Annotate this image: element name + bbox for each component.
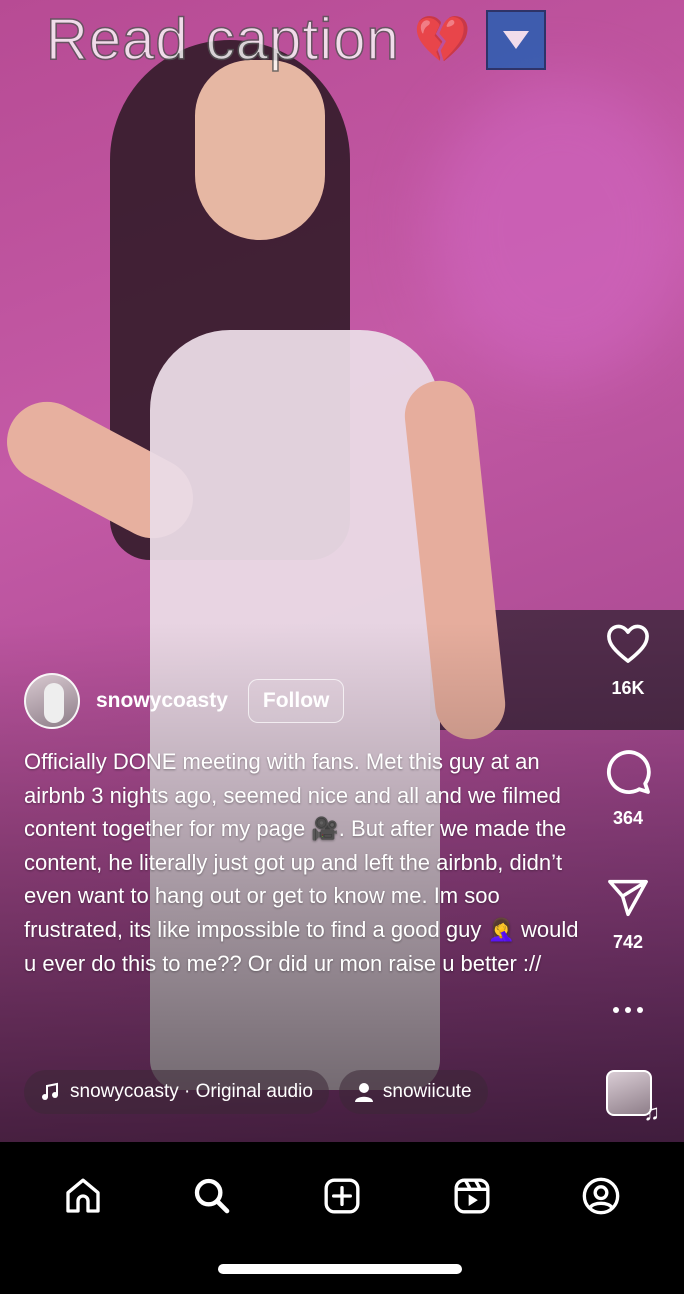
avatar[interactable] <box>24 673 80 729</box>
audio-label: snowycoasty · Original audio <box>70 1081 313 1102</box>
search-icon <box>195 1178 230 1214</box>
post-author-row: snowycoasty Follow <box>24 673 345 729</box>
nav-profile[interactable] <box>571 1166 631 1226</box>
more-options[interactable] <box>598 1004 658 1016</box>
tagged-user-chip[interactable]: snowiicute <box>338 1070 488 1114</box>
post-caption[interactable]: Officially DONE meeting with fans. Met t… <box>24 745 580 980</box>
like-action: 16K <box>598 622 658 699</box>
headline-text: Read caption <box>45 6 400 73</box>
more-icon[interactable] <box>608 1004 648 1016</box>
nav-home[interactable] <box>53 1166 113 1226</box>
home-indicator[interactable] <box>218 1264 462 1274</box>
comment-icon[interactable] <box>604 748 652 794</box>
comment-count: 364 <box>612 808 644 828</box>
audio-chip[interactable]: snowycoasty · Original audio <box>24 1070 329 1114</box>
send-icon[interactable] <box>606 878 650 918</box>
audio-row: snowycoasty · Original audio snowiicute <box>24 1070 488 1114</box>
create-icon <box>324 1178 360 1214</box>
username[interactable]: snowycoasty <box>96 689 228 713</box>
music-note-icon: ♫ <box>643 1100 661 1125</box>
comment-action: 364 <box>598 748 658 829</box>
profile-icon <box>582 1177 620 1215</box>
broken-heart-icon: 💔 <box>413 13 473 65</box>
nav-search[interactable] <box>182 1166 242 1226</box>
nav-reels[interactable] <box>442 1166 502 1226</box>
down-arrow-icon <box>486 9 547 70</box>
follow-button[interactable]: Follow <box>247 679 345 723</box>
like-count: 16K <box>611 678 645 698</box>
share-action: 742 <box>598 878 658 953</box>
overlay-headline: Read caption 💔 <box>45 6 547 73</box>
reels-icon <box>454 1178 490 1214</box>
person-icon <box>354 1083 373 1102</box>
heart-icon[interactable] <box>605 622 651 664</box>
music-note-icon <box>42 1082 58 1100</box>
home-icon <box>66 1178 100 1213</box>
share-count: 742 <box>612 932 644 952</box>
video-subject-face <box>195 60 325 240</box>
nav-create[interactable] <box>312 1166 372 1226</box>
tagged-username: snowiicute <box>382 1081 472 1102</box>
